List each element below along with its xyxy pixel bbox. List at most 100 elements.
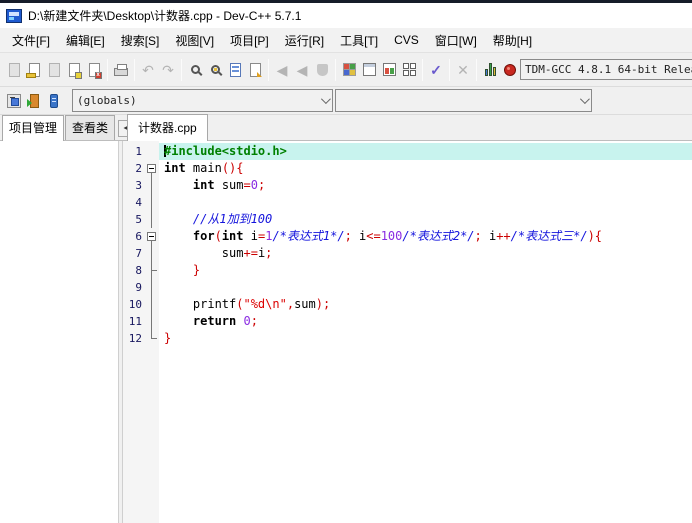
fold-toggle-icon[interactable] xyxy=(145,160,159,177)
menu-item[interactable]: 文件[F] xyxy=(4,29,58,52)
fold-margin xyxy=(145,194,159,211)
code-text[interactable]: int sum=0; xyxy=(159,177,692,194)
line-number: 2 xyxy=(123,160,145,177)
code-area[interactable]: 1 #include<stdio.h> 2 int main(){3 int sum=… xyxy=(123,143,692,347)
left-panel-tabs: ◄ ► 项目管理查看类 xyxy=(0,115,123,140)
menu-item[interactable]: 帮助[H] xyxy=(485,29,540,52)
code-text[interactable] xyxy=(159,194,692,211)
code-text[interactable]: } xyxy=(159,330,692,347)
menu-item[interactable]: 工具[T] xyxy=(332,29,386,52)
menu-item[interactable]: 项目[P] xyxy=(222,29,277,52)
line-number: 1 xyxy=(123,143,145,160)
line-number: 10 xyxy=(123,296,145,313)
window-layout-button[interactable] xyxy=(399,57,419,83)
goto-declaration-button[interactable] xyxy=(4,88,24,114)
new-window-button[interactable] xyxy=(359,57,379,83)
fold-margin xyxy=(145,245,159,262)
project-options-button[interactable] xyxy=(379,57,399,83)
incremental-search-button[interactable] xyxy=(245,57,265,83)
toolbar-separator xyxy=(422,59,423,81)
title-bar[interactable]: D:\新建文件夹\Desktop\计数器.cpp - Dev-C++ 5.7.1 xyxy=(0,3,692,28)
close-file-icon: x xyxy=(89,63,100,77)
print-button[interactable] xyxy=(111,57,131,83)
menu-bar: 文件[F]编辑[E]搜索[S]视图[V]项目[P]运行[R]工具[T]CVS窗口… xyxy=(0,28,692,53)
code-text[interactable]: int main(){ xyxy=(159,160,692,177)
save-all-button[interactable] xyxy=(64,57,84,83)
profiling-off-button[interactable] xyxy=(500,57,520,83)
code-line[interactable]: 2 int main(){ xyxy=(123,160,692,177)
globals-select[interactable]: (globals) xyxy=(72,89,333,112)
replace-button[interactable] xyxy=(205,57,225,83)
open-file-button[interactable] xyxy=(24,57,44,83)
code-text[interactable] xyxy=(159,279,692,296)
code-line[interactable]: 5 //从1加到100 xyxy=(123,211,692,228)
toolbar-separator xyxy=(449,59,450,81)
new-project-button[interactable] xyxy=(339,57,359,83)
compile-button[interactable]: ✓ xyxy=(426,57,446,83)
code-line[interactable]: 3 int sum=0; xyxy=(123,177,692,194)
goto-line-button[interactable] xyxy=(225,57,245,83)
compiler-select[interactable]: TDM-GCC 4.8.1 64-bit Release xyxy=(520,59,692,80)
menu-item[interactable]: 搜索[S] xyxy=(113,29,168,52)
line-number: 9 xyxy=(123,279,145,296)
back-button[interactable]: ◀ xyxy=(272,57,292,83)
code-text[interactable]: #include<stdio.h> xyxy=(159,143,692,160)
menu-item[interactable]: 运行[R] xyxy=(277,29,332,52)
code-text[interactable]: sum+=i; xyxy=(159,245,692,262)
undo-button[interactable]: ↶ xyxy=(138,57,158,83)
find-button[interactable] xyxy=(185,57,205,83)
redo-button[interactable]: ↷ xyxy=(158,57,178,83)
code-line[interactable]: 4 xyxy=(123,194,692,211)
new-file-button[interactable] xyxy=(4,57,24,83)
menu-item[interactable]: CVS xyxy=(386,30,427,50)
menu-item[interactable]: 窗口[W] xyxy=(427,29,485,52)
save-button[interactable] xyxy=(44,57,64,83)
code-line[interactable]: 1 #include<stdio.h> xyxy=(123,143,692,160)
close-file-button[interactable]: x xyxy=(84,57,104,83)
goto-line-icon xyxy=(230,63,241,77)
incremental-search-icon xyxy=(250,63,261,77)
dev-cpp-window: D:\新建文件夹\Desktop\计数器.cpp - Dev-C++ 5.7.1… xyxy=(0,0,692,523)
code-line[interactable]: 8 } xyxy=(123,262,692,279)
menu-item[interactable]: 视图[V] xyxy=(167,29,222,52)
left-tab-classes[interactable]: 查看类 xyxy=(65,115,115,140)
profile-button[interactable] xyxy=(480,57,500,83)
goto-implementation-button[interactable] xyxy=(24,88,44,114)
members-select[interactable] xyxy=(335,89,592,112)
fold-margin xyxy=(145,279,159,296)
line-number: 4 xyxy=(123,194,145,211)
fold-toggle-icon[interactable] xyxy=(145,228,159,245)
code-text[interactable]: //从1加到100 xyxy=(159,211,692,228)
undo-icon: ↶ xyxy=(142,63,154,77)
class-browser-button[interactable] xyxy=(44,88,64,114)
code-text[interactable]: for(int i=1/*表达式1*/; i<=100/*表达式2*/; i++… xyxy=(159,228,692,245)
main-area: 1 #include<stdio.h> 2 int main(){3 int sum=… xyxy=(0,141,692,523)
editor-tab[interactable]: 计数器.cpp xyxy=(127,114,208,141)
print-icon xyxy=(114,68,128,76)
fold-margin xyxy=(145,177,159,194)
code-line[interactable]: 7 sum+=i; xyxy=(123,245,692,262)
project-browser-panel[interactable] xyxy=(0,141,119,523)
left-tab-project[interactable]: 项目管理 xyxy=(2,115,64,141)
redo-icon: ↷ xyxy=(162,63,174,77)
code-text[interactable]: printf("%d\n",sum); xyxy=(159,296,692,313)
code-line[interactable]: 12} xyxy=(123,330,692,347)
open-file-icon xyxy=(29,63,40,77)
abort-button[interactable]: ✕ xyxy=(453,57,473,83)
code-text[interactable]: } xyxy=(159,262,692,279)
forward-button[interactable]: ◀ xyxy=(292,57,312,83)
new-window-icon xyxy=(363,63,376,76)
code-line[interactable]: 10 printf("%d\n",sum); xyxy=(123,296,692,313)
save-all-icon xyxy=(69,63,80,77)
window-layout-icon xyxy=(403,63,416,76)
code-line[interactable]: 9 xyxy=(123,279,692,296)
code-line[interactable]: 11 return 0; xyxy=(123,313,692,330)
line-number: 5 xyxy=(123,211,145,228)
code-line[interactable]: 6 for(int i=1/*表达式1*/; i<=100/*表达式2*/; i… xyxy=(123,228,692,245)
fold-margin xyxy=(145,296,159,313)
new-file-icon xyxy=(9,63,20,77)
menu-item[interactable]: 编辑[E] xyxy=(58,29,113,52)
bookmark-button[interactable] xyxy=(312,57,332,83)
code-editor[interactable]: 1 #include<stdio.h> 2 int main(){3 int sum=… xyxy=(123,141,692,523)
code-text[interactable]: return 0; xyxy=(159,313,692,330)
